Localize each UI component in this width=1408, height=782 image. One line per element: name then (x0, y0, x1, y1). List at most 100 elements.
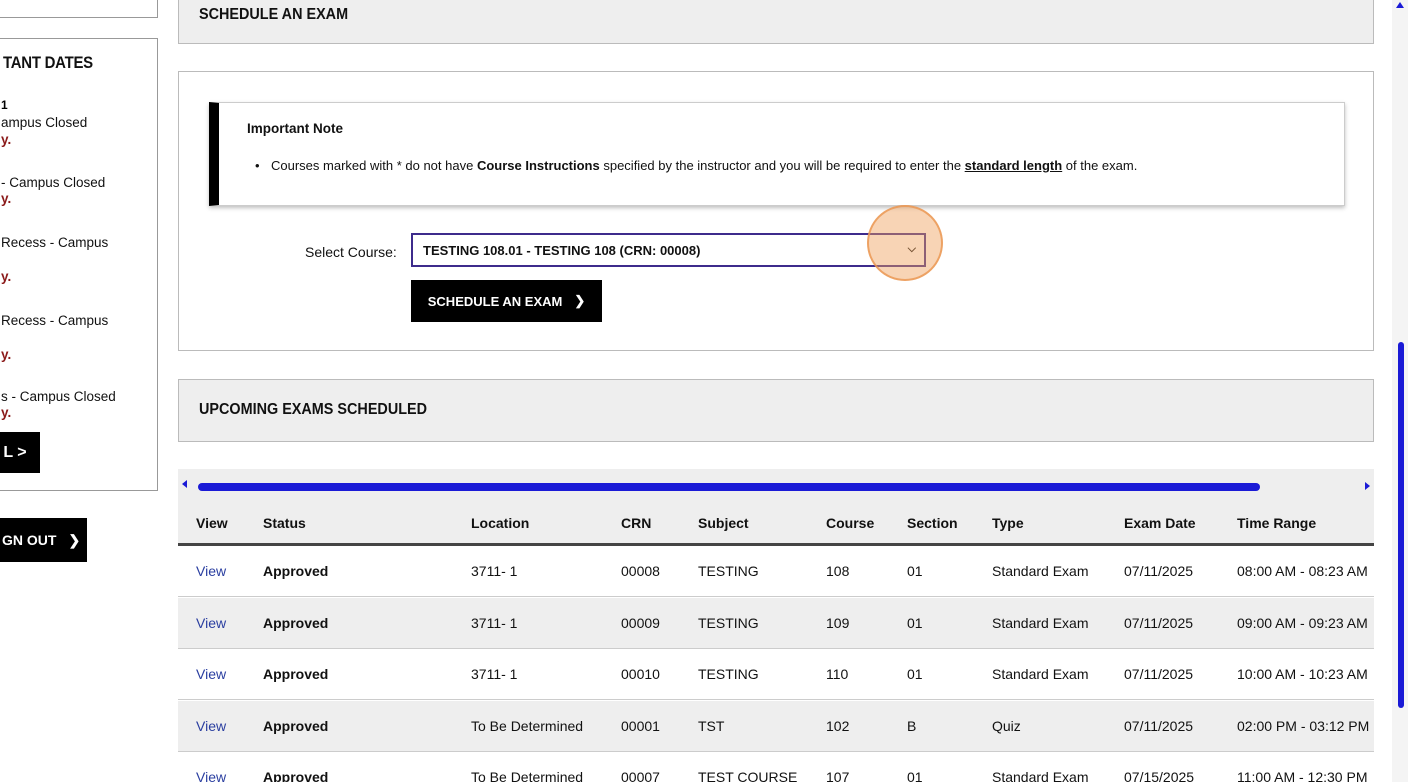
cell-section: 01 (907, 769, 923, 782)
horizontal-scroll-thumb[interactable] (198, 483, 1260, 491)
cell-subject: TESTING (698, 666, 759, 682)
cell-view-link[interactable]: View (196, 718, 226, 734)
cell-type: Standard Exam (992, 563, 1089, 579)
vertical-scrollbar[interactable] (1392, 0, 1408, 782)
bullet-icon: • (255, 158, 260, 173)
chevron-right-icon: ❯ (68, 531, 81, 548)
cell-subject: TEST COURSE (698, 769, 798, 782)
cell-view-link[interactable]: View (196, 615, 226, 631)
important-note-title: Important Note (247, 121, 343, 136)
cell-type: Standard Exam (992, 614, 1089, 631)
date-entry-text: Recess - Campus (1, 313, 109, 328)
scroll-up-icon[interactable] (1396, 2, 1404, 8)
col-header-status: Status (263, 515, 306, 531)
horizontal-scrollbar[interactable] (178, 469, 1374, 503)
cell-status: Approved (263, 666, 329, 682)
date-entry-note: y. (1, 347, 12, 362)
cell-type: Standard Exam (992, 769, 1089, 782)
cell-course: 109 (826, 614, 850, 631)
cell-course: 110 (826, 666, 849, 682)
view-all-dates-button[interactable]: L > (0, 432, 40, 473)
schedule-exam-form: Important Note • Courses marked with * do… (178, 71, 1374, 351)
col-header-type: Type (992, 515, 1024, 531)
col-header-section: Section (907, 515, 958, 531)
cell-crn: 00008 (621, 563, 660, 579)
table-row: View Approved 3711- 1 00009 TESTING 109 01 Stan… (178, 597, 1374, 649)
col-header-location: Location (471, 515, 530, 531)
chevron-right-icon: ❯ (574, 293, 586, 308)
cell-section: 01 (907, 563, 923, 579)
cell-subject: TST (698, 717, 725, 734)
cell-exam-date: 07/15/2025 (1124, 769, 1195, 782)
date-entry-text: s - Campus Closed (1, 389, 116, 404)
cell-status: Approved (263, 717, 329, 734)
cell-crn: 00001 (621, 717, 660, 734)
upcoming-exams-table: View Status Location CRN Subject Course … (178, 469, 1374, 782)
cell-section: 01 (907, 666, 923, 682)
date-entry-text: - Campus Closed (1, 175, 106, 190)
cell-status: Approved (263, 769, 329, 782)
cell-location: 3711- 1 (471, 563, 518, 579)
scroll-left-icon[interactable] (182, 480, 187, 488)
col-header-subject: Subject (698, 515, 749, 531)
date-entry-note: y. (1, 405, 12, 420)
cell-exam-date: 07/11/2025 (1124, 614, 1194, 631)
cell-time-range: 09:00 AM - 09:23 AM (1237, 614, 1368, 631)
standard-length-link[interactable]: standard length (965, 158, 1063, 173)
cell-type: Quiz (992, 717, 1021, 734)
cell-view-link[interactable]: View (196, 769, 226, 782)
vertical-scroll-thumb[interactable] (1398, 342, 1404, 708)
cell-time-range: 10:00 AM - 10:23 AM (1237, 666, 1368, 682)
col-header-exam-date: Exam Date (1124, 515, 1196, 531)
important-note-text: • Courses marked with * do not have Cours… (255, 158, 1138, 173)
cell-crn: 00009 (621, 614, 660, 631)
cell-course: 102 (826, 717, 850, 734)
cell-status: Approved (263, 614, 329, 631)
cell-exam-date: 07/11/2025 (1124, 666, 1194, 682)
important-dates-panel: TANT DATES 1 ampus Closed y. - Campus Cl… (0, 38, 158, 491)
table-row: View Approved To Be Determined 00007 TEST CO… (178, 752, 1374, 782)
cell-section: B (907, 717, 917, 734)
cell-view-link[interactable]: View (196, 666, 226, 682)
cell-location: 3711- 1 (471, 666, 518, 682)
cell-exam-date: 07/11/2025 (1124, 717, 1194, 734)
date-entry-text: Recess - Campus (1, 235, 109, 250)
course-select[interactable]: TESTING 108.01 - TESTING 108 (CRN: 00008… (411, 233, 926, 267)
sidebar-top-box (0, 0, 158, 18)
col-header-course: Course (826, 515, 875, 531)
schedule-exam-button[interactable]: SCHEDULE AN EXAM ❯ (411, 280, 602, 322)
cell-section: 01 (907, 614, 923, 631)
cell-exam-date: 07/11/2025 (1124, 563, 1194, 579)
scroll-right-icon[interactable] (1365, 482, 1370, 490)
date-entry-note: y. (1, 269, 12, 284)
upcoming-exams-title: UPCOMING EXAMS SCHEDULED (199, 401, 428, 418)
table-row: View Approved 3711- 1 00010 TESTING 110 01 Stan… (178, 649, 1374, 700)
table-row: View Approved To Be Determined 00001 TST 102 B… (178, 700, 1374, 752)
cell-location: To Be Determined (471, 769, 584, 782)
table-row: View Approved 3711- 1 00008 TESTING 108 01 Stan… (178, 546, 1374, 597)
date-entry: 1 (1, 98, 8, 112)
upcoming-exams-header: UPCOMING EXAMS SCHEDULED (178, 379, 1374, 442)
table-header: View Status Location CRN Subject Course … (178, 503, 1374, 546)
important-note: Important Note • Courses marked with * do… (209, 102, 1345, 206)
cell-view-link[interactable]: View (196, 563, 226, 579)
cell-crn: 00010 (621, 666, 660, 682)
cell-type: Standard Exam (992, 666, 1089, 682)
sign-out-button[interactable]: GN OUT ❯ (0, 518, 87, 562)
cell-location: To Be Determined (471, 717, 584, 734)
sign-out-label: GN OUT (2, 532, 57, 548)
schedule-exam-button-label: SCHEDULE AN EXAM (427, 293, 563, 309)
cell-time-range: 08:00 AM - 08:23 AM (1237, 563, 1368, 579)
important-dates-title: TANT DATES (3, 53, 93, 72)
cell-time-range: 02:00 PM - 03:12 PM (1237, 717, 1370, 734)
click-highlight (867, 205, 943, 281)
date-entry-note: y. (1, 132, 12, 147)
cell-location: 3711- 1 (471, 614, 518, 631)
cell-crn: 00007 (621, 769, 660, 782)
col-header-crn: CRN (621, 515, 652, 531)
col-header-time-range: Time Range (1237, 515, 1317, 531)
cell-subject: TESTING (698, 563, 759, 579)
cell-subject: TESTING (698, 614, 759, 631)
date-entry-note: y. (1, 191, 12, 206)
cell-course: 107 (826, 769, 850, 782)
